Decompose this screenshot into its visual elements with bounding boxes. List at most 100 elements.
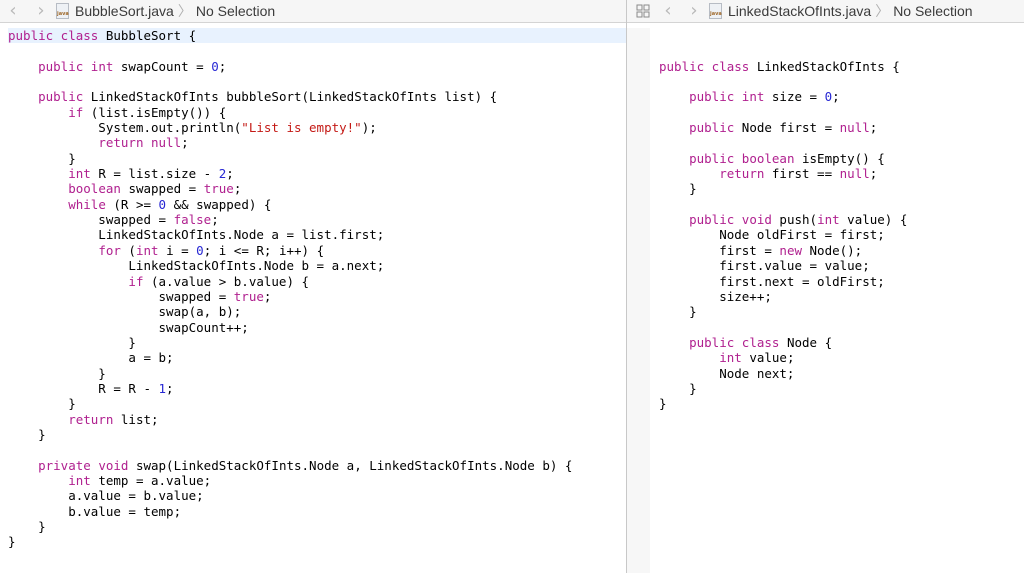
right-editor-pane[interactable]: ‹ › java LinkedStackOfInts.java 〉 No Sel… xyxy=(627,0,1024,573)
code-line[interactable]: return list; xyxy=(8,412,626,427)
code-line[interactable]: } xyxy=(8,519,626,534)
code-line[interactable]: while (R >= 0 && swapped) { xyxy=(8,197,626,212)
code-token: } xyxy=(659,304,697,320)
code-token: return xyxy=(68,411,121,427)
code-line[interactable]: System.out.println("List is empty!"); xyxy=(8,120,626,135)
code-line[interactable]: return first == null; xyxy=(659,166,1024,181)
code-line[interactable]: } xyxy=(8,335,626,350)
code-line[interactable]: swapped = false; xyxy=(8,212,626,227)
code-line[interactable]: swap(a, b); xyxy=(8,304,626,319)
code-token: swapped = xyxy=(8,288,234,304)
selection-breadcrumb[interactable]: No Selection xyxy=(196,3,275,19)
code-line[interactable]: int temp = a.value; xyxy=(8,473,626,488)
code-line[interactable]: } xyxy=(8,427,626,442)
code-line[interactable]: if (list.isEmpty()) { xyxy=(8,105,626,120)
code-token: list; xyxy=(120,411,159,427)
code-line[interactable]: public int swapCount = 0; xyxy=(8,59,626,74)
code-editor-right[interactable]: public class LinkedStackOfInts { public … xyxy=(627,28,1024,412)
code-token: ; xyxy=(869,166,878,182)
code-token: ; xyxy=(181,135,189,151)
code-line[interactable]: return null; xyxy=(8,135,626,150)
code-line[interactable]: Node next; xyxy=(659,366,1024,381)
code-line[interactable]: private void swap(LinkedStackOfInts.Node… xyxy=(8,458,626,473)
code-token: public class xyxy=(659,58,757,74)
code-line[interactable]: b.value = temp; xyxy=(8,504,626,519)
code-token: first.next = oldFirst; xyxy=(659,273,885,289)
code-line[interactable] xyxy=(659,28,1024,43)
code-line[interactable]: a.value = b.value; xyxy=(8,488,626,503)
code-token: int xyxy=(68,166,99,182)
code-line[interactable]: public class LinkedStackOfInts { xyxy=(659,59,1024,74)
code-token: first = xyxy=(659,242,780,258)
file-name-breadcrumb[interactable]: BubbleSort.java xyxy=(75,3,174,19)
code-line[interactable] xyxy=(659,74,1024,89)
code-line[interactable]: } xyxy=(659,396,1024,411)
code-token: LinkedStackOfInts bubbleSort(LinkedStack… xyxy=(90,89,498,105)
code-line[interactable]: int R = list.size - 2; xyxy=(8,166,626,181)
code-token: } xyxy=(659,396,667,412)
code-line[interactable]: } xyxy=(659,381,1024,396)
left-editor-pane[interactable]: ‹ › java BubbleSort.java 〉 No Selection … xyxy=(0,0,626,573)
code-line[interactable]: } xyxy=(8,534,626,549)
code-line[interactable]: } xyxy=(8,366,626,381)
code-line[interactable]: } xyxy=(659,304,1024,319)
code-token: a.value = b.value; xyxy=(8,488,204,504)
code-line[interactable]: first = new Node(); xyxy=(659,243,1024,258)
code-line[interactable]: } xyxy=(8,396,626,411)
code-line[interactable]: Node oldFirst = first; xyxy=(659,227,1024,242)
code-token: swapCount = xyxy=(120,58,212,74)
code-token: (a.value > b.value) { xyxy=(151,273,310,289)
code-line[interactable]: first.value = value; xyxy=(659,258,1024,273)
code-line[interactable] xyxy=(659,320,1024,335)
code-line[interactable]: int value; xyxy=(659,350,1024,365)
code-line[interactable]: swapped = true; xyxy=(8,289,626,304)
back-arrow-icon[interactable]: ‹ xyxy=(6,0,20,22)
code-editor-left[interactable]: public class BubbleSort { public int swa… xyxy=(0,28,626,550)
code-line[interactable]: } xyxy=(8,151,626,166)
code-line[interactable]: public int size = 0; xyxy=(659,89,1024,104)
code-token: } xyxy=(8,534,16,550)
code-line[interactable]: swapCount++; xyxy=(8,320,626,335)
related-items-grid-icon[interactable] xyxy=(635,0,651,22)
code-token: swap(a, b); xyxy=(8,304,242,320)
code-line[interactable]: first.next = oldFirst; xyxy=(659,274,1024,289)
code-line[interactable]: LinkedStackOfInts.Node b = a.next; xyxy=(8,258,626,273)
code-line[interactable]: public boolean isEmpty() { xyxy=(659,151,1024,166)
code-line[interactable]: if (a.value > b.value) { xyxy=(8,274,626,289)
code-token: true xyxy=(203,181,234,197)
code-line[interactable] xyxy=(8,74,626,89)
code-line[interactable] xyxy=(659,105,1024,120)
code-token: boolean xyxy=(68,181,129,197)
code-line[interactable]: LinkedStackOfInts.Node a = list.first; xyxy=(8,227,626,242)
code-line[interactable] xyxy=(659,135,1024,150)
code-line[interactable]: public LinkedStackOfInts bubbleSort(Link… xyxy=(8,89,626,104)
code-line[interactable]: public void push(int value) { xyxy=(659,212,1024,227)
code-line[interactable] xyxy=(659,43,1024,58)
code-line[interactable]: R = R - 1; xyxy=(8,381,626,396)
code-line[interactable]: public class Node { xyxy=(659,335,1024,350)
code-token: ( xyxy=(128,242,136,258)
code-line[interactable]: public Node first = null; xyxy=(659,120,1024,135)
code-line[interactable] xyxy=(8,43,626,58)
code-token: value; xyxy=(749,350,795,366)
code-token: Node next; xyxy=(659,365,795,381)
code-line[interactable]: boolean swapped = true; xyxy=(8,181,626,196)
code-line[interactable]: size++; xyxy=(659,289,1024,304)
code-token: Node { xyxy=(786,334,833,350)
selection-breadcrumb[interactable]: No Selection xyxy=(893,3,972,19)
back-arrow-icon[interactable]: ‹ xyxy=(661,0,675,22)
file-name-breadcrumb[interactable]: LinkedStackOfInts.java xyxy=(728,3,871,19)
code-line[interactable]: public class BubbleSort { xyxy=(8,28,626,44)
code-token: if xyxy=(128,273,151,289)
code-token: ; xyxy=(832,89,840,105)
code-line[interactable]: for (int i = 0; i <= R; i++) { xyxy=(8,243,626,258)
forward-arrow-icon[interactable]: › xyxy=(687,0,701,22)
forward-arrow-icon[interactable]: › xyxy=(34,0,48,22)
code-line[interactable]: } xyxy=(659,181,1024,196)
code-line[interactable]: a = b; xyxy=(8,350,626,365)
code-line[interactable] xyxy=(659,197,1024,212)
code-line[interactable] xyxy=(8,442,626,457)
